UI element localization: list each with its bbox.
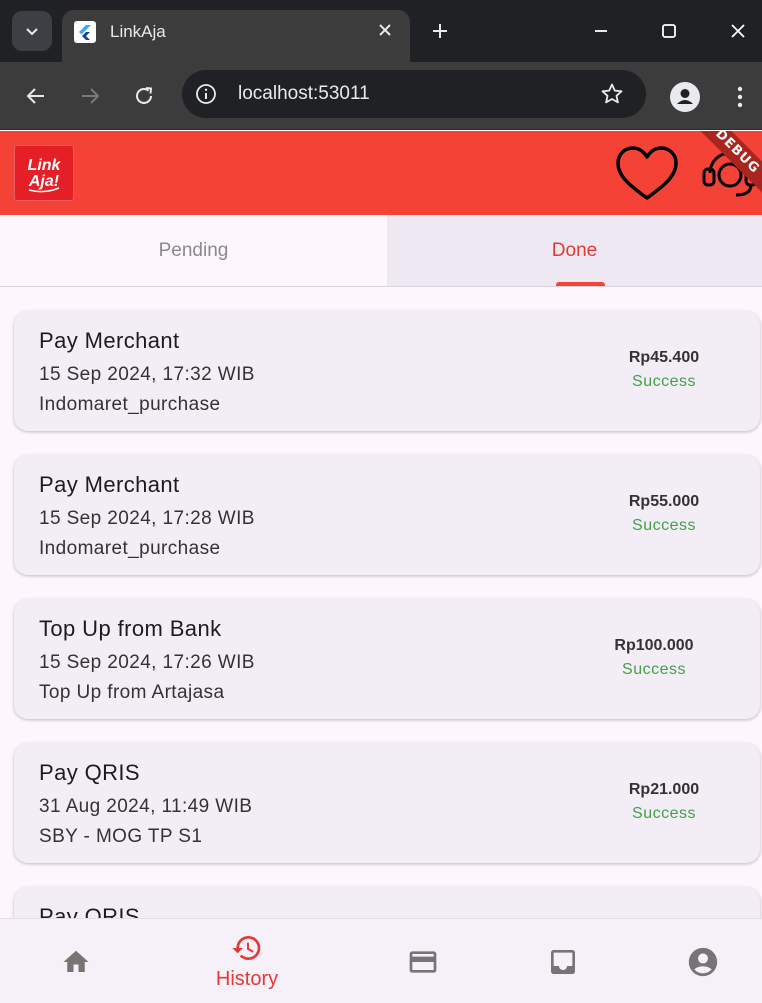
account-icon [670,82,700,112]
minimize-icon [595,30,607,32]
transaction-card[interactable]: Pay QRIS 31 Aug 2024, 11:49 WIB SBY - MO… [14,743,760,863]
info-icon[interactable] [194,82,218,106]
transaction-status: Success [632,805,696,822]
card-icon [409,950,437,973]
nav-card[interactable] [347,919,499,1003]
nav-inbox[interactable] [487,919,639,1003]
nav-history[interactable]: History [171,919,323,1003]
transaction-list: Pay Merchant 15 Sep 2024, 17:32 WIB Indo… [0,288,762,918]
browser-tab[interactable]: LinkAja [62,10,410,62]
svg-text:Link: Link [28,157,62,174]
home-icon [63,950,89,972]
more-vert-icon [737,86,743,108]
transaction-title: Pay QRIS [39,760,141,785]
app-bar: Link Aja! DEBUG [0,131,762,215]
minimize-button[interactable] [584,14,618,48]
chevron-down-icon [26,28,38,36]
transaction-status: Success [632,517,696,534]
linkaja-logo: Link Aja! [14,145,74,201]
browser-menu-button[interactable] [724,80,756,114]
transaction-amount: Rp55.000 [628,493,700,510]
forward-button[interactable] [70,76,110,116]
nav-home[interactable] [0,919,152,1003]
transaction-card[interactable]: Pay Merchant 15 Sep 2024, 17:28 WIB Indo… [14,455,760,575]
transaction-card[interactable]: Top Up from Bank 15 Sep 2024, 17:26 WIB … [14,599,760,719]
transaction-description: Indomaret_purchase [39,538,221,559]
tab-indicator [556,282,605,286]
plus-icon [433,24,447,38]
transaction-description: Top Up from Artajasa [39,682,225,703]
maximize-icon [662,24,676,38]
favorite-heart-icon[interactable] [612,143,682,203]
history-icon [232,936,261,960]
flutter-icon [74,21,96,43]
tab-title: LinkAja [110,22,166,41]
transaction-date: 15 Sep 2024, 17:26 WIB [39,652,255,673]
browser-tabstrip: LinkAja [0,0,762,62]
transaction-title: Top Up from Bank [39,616,222,641]
nav-history-label: History [215,968,279,990]
back-button[interactable] [16,76,56,116]
account-circle-icon [688,947,718,976]
profile-button[interactable] [668,80,702,114]
url-text: localhost:53011 [238,83,370,104]
history-tabs: Pending Done [0,215,762,287]
transaction-title: Pay QRIS [39,904,141,918]
arrow-right-icon [82,88,100,104]
transaction-card[interactable]: Pay Merchant 15 Sep 2024, 17:32 WIB Indo… [14,311,760,431]
arrow-left-icon [26,88,44,104]
star-icon[interactable] [600,82,624,106]
close-tab-icon[interactable] [374,19,396,41]
close-window-button[interactable] [721,14,755,48]
tab-done[interactable]: Done [387,215,762,286]
nav-account[interactable] [627,919,762,1003]
transaction-title: Pay Merchant [39,472,180,497]
reload-button[interactable] [124,76,164,116]
tab-search-button[interactable] [12,11,52,51]
transaction-description: Indomaret_purchase [39,394,221,415]
browser-toolbar: localhost:53011 [0,62,762,130]
transaction-title: Pay Merchant [39,328,180,353]
inbox-icon [551,949,575,974]
transaction-amount: Rp21.000 [628,781,700,798]
transaction-date: 31 Aug 2024, 11:49 WIB [39,796,253,817]
close-icon [731,24,745,38]
maximize-button[interactable] [652,14,686,48]
reload-icon [136,87,153,104]
transaction-card[interactable]: Pay QRIS [14,887,760,918]
transaction-amount: Rp100.000 [614,637,694,654]
bottom-navigation: History [0,918,762,1003]
transaction-description: SBY - MOG TP S1 [39,826,203,847]
tab-pending[interactable]: Pending [0,215,387,286]
transaction-date: 15 Sep 2024, 17:28 WIB [39,508,255,529]
transaction-date: 15 Sep 2024, 17:32 WIB [39,364,255,385]
svg-text:Aja!: Aja! [28,173,60,190]
transaction-amount: Rp45.400 [628,349,700,366]
transaction-status: Success [632,373,696,390]
transaction-status: Success [622,661,686,678]
address-bar[interactable]: localhost:53011 [182,70,646,118]
new-tab-button[interactable] [424,15,456,47]
